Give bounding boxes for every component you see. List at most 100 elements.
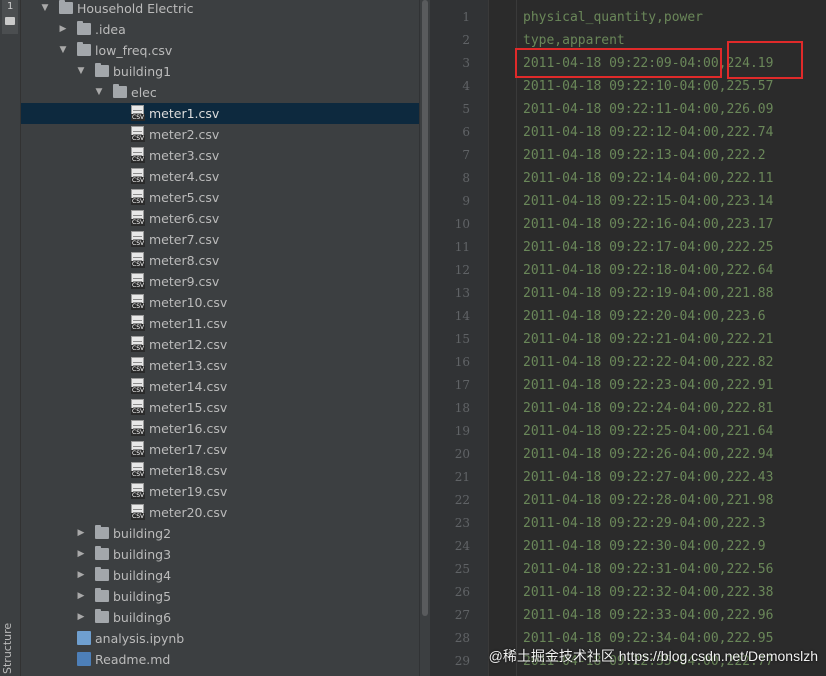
collapsed-arrow-icon[interactable]: ▶ <box>75 586 87 607</box>
tree-item-label: meter19.csv <box>149 484 228 499</box>
code-line[interactable]: 2011-04-18 09:22:17-04:00,222.25 <box>523 236 773 259</box>
code-line[interactable]: 2011-04-18 09:22:27-04:00,222.43 <box>523 466 773 489</box>
tree-item-label: meter5.csv <box>149 190 220 205</box>
collapsed-arrow-icon[interactable]: ▶ <box>57 19 69 40</box>
tree-file-item[interactable]: meter19.csv <box>21 481 419 502</box>
code-line[interactable]: 2011-04-18 09:22:24-04:00,222.81 <box>523 397 773 420</box>
code-line[interactable]: 2011-04-18 09:22:28-04:00,221.98 <box>523 489 773 512</box>
tree-item-label: elec <box>131 85 157 100</box>
structure-tool-tab[interactable]: Structure <box>1 623 14 674</box>
code-line[interactable]: physical_quantity,power <box>523 6 703 29</box>
code-line[interactable]: 2011-04-18 09:22:31-04:00,222.56 <box>523 558 773 581</box>
tree-file-item[interactable]: meter2.csv <box>21 124 419 145</box>
csv-file-icon <box>131 315 146 331</box>
code-line[interactable]: 2011-04-18 09:22:20-04:00,223.6 <box>523 305 766 328</box>
tree-item-label: meter20.csv <box>149 505 228 520</box>
expanded-arrow-icon[interactable]: ▼ <box>39 0 51 19</box>
line-number: 7 <box>462 148 470 162</box>
tree-item-label: meter13.csv <box>149 358 228 373</box>
tree-file-item[interactable]: meter12.csv <box>21 334 419 355</box>
tree-item-label: meter15.csv <box>149 400 228 415</box>
code-line[interactable]: 2011-04-18 09:22:15-04:00,223.14 <box>523 190 773 213</box>
tree-file-item[interactable]: meter6.csv <box>21 208 419 229</box>
line-number: 11 <box>454 240 470 254</box>
tree-folder-item[interactable]: ▶ building6 <box>21 607 419 628</box>
tree-file-item[interactable]: analysis.ipynb <box>21 628 419 649</box>
tree-file-item[interactable]: meter16.csv <box>21 418 419 439</box>
tree-file-item[interactable]: meter7.csv <box>21 229 419 250</box>
tree-item-label: building1 <box>113 64 172 79</box>
collapsed-arrow-icon[interactable]: ▶ <box>75 523 87 544</box>
expanded-arrow-icon[interactable]: ▼ <box>93 82 105 103</box>
csv-file-icon <box>131 357 146 373</box>
line-number: 2 <box>462 33 470 47</box>
code-line[interactable]: 2011-04-18 09:22:11-04:00,226.09 <box>523 98 773 121</box>
tree-file-item[interactable]: meter10.csv <box>21 292 419 313</box>
code-line[interactable]: 2011-04-18 09:22:33-04:00,222.96 <box>523 604 773 627</box>
tree-file-item[interactable]: meter11.csv <box>21 313 419 334</box>
tree-file-item[interactable]: meter8.csv <box>21 250 419 271</box>
code-line[interactable]: 2011-04-18 09:22:29-04:00,222.3 <box>523 512 766 535</box>
tree-file-item[interactable]: meter3.csv <box>21 145 419 166</box>
collapsed-arrow-icon[interactable]: ▶ <box>75 565 87 586</box>
line-number: 20 <box>454 447 470 461</box>
tree-file-item[interactable]: meter18.csv <box>21 460 419 481</box>
code-line[interactable]: 2011-04-18 09:22:13-04:00,222.2 <box>523 144 766 167</box>
indent-guide <box>516 0 517 676</box>
code-line[interactable]: 2011-04-18 09:22:30-04:00,222.9 <box>523 535 766 558</box>
tree-scrollbar[interactable] <box>419 0 430 676</box>
code-line[interactable]: 2011-04-18 09:22:14-04:00,222.11 <box>523 167 773 190</box>
tree-file-item[interactable]: meter20.csv <box>21 502 419 523</box>
line-number: 14 <box>454 309 470 323</box>
notebook-file-icon <box>77 631 91 645</box>
folder-icon <box>95 588 109 602</box>
code-line[interactable]: 2011-04-18 09:22:18-04:00,222.64 <box>523 259 773 282</box>
tree-item-label: meter12.csv <box>149 337 228 352</box>
tree-folder-item[interactable]: ▼ building1 <box>21 61 419 82</box>
collapsed-arrow-icon[interactable]: ▶ <box>75 607 87 628</box>
tree-file-item[interactable]: meter9.csv <box>21 271 419 292</box>
tree-file-item[interactable]: meter13.csv <box>21 355 419 376</box>
tree-folder-item[interactable]: ▼ elec <box>21 82 419 103</box>
tree-folder-item[interactable]: ▼ low_freq.csv <box>21 40 419 61</box>
line-number: 17 <box>454 378 470 392</box>
tree-file-item[interactable]: meter17.csv <box>21 439 419 460</box>
expanded-arrow-icon[interactable]: ▼ <box>75 61 87 82</box>
code-line[interactable]: 2011-04-18 09:22:23-04:00,222.91 <box>523 374 773 397</box>
expanded-arrow-icon[interactable]: ▼ <box>57 40 69 61</box>
code-line[interactable]: 2011-04-18 09:22:16-04:00,223.17 <box>523 213 773 236</box>
line-number-gutter: 1 2 3 4 5 6 7 8 9 10 11 12 13 14 15 16 17 18 19 20 21 22 23 24 2… <box>430 0 489 676</box>
tree-folder-item[interactable]: ▼ Household Electric <box>21 0 419 19</box>
csv-file-icon <box>131 189 146 205</box>
tree-scrollbar-thumb[interactable] <box>422 0 428 616</box>
code-line[interactable]: 2011-04-18 09:22:32-04:00,222.38 <box>523 581 773 604</box>
project-tool-tab[interactable]: 1 <box>2 0 18 34</box>
code-editor[interactable]: physical_quantity,power type,apparent 2011… <box>489 0 826 676</box>
tree-folder-item[interactable]: ▶ .idea <box>21 19 419 40</box>
tree-folder-item[interactable]: ▶ building3 <box>21 544 419 565</box>
code-line[interactable]: 2011-04-18 09:22:22-04:00,222.82 <box>523 351 773 374</box>
tree-file-item[interactable]: meter14.csv <box>21 376 419 397</box>
line-number: 27 <box>454 608 470 622</box>
project-tab-number: 1 <box>7 1 14 12</box>
folder-icon <box>95 546 109 560</box>
tree-item-label: meter2.csv <box>149 127 220 142</box>
tree-folder-item[interactable]: ▶ building4 <box>21 565 419 586</box>
tree-file-item[interactable]: meter4.csv <box>21 166 419 187</box>
code-line[interactable]: 2011-04-18 09:22:26-04:00,222.94 <box>523 443 773 466</box>
code-line[interactable]: 2011-04-18 09:22:25-04:00,221.64 <box>523 420 773 443</box>
tree-file-item[interactable]: Readme.md <box>21 649 419 670</box>
folder-icon <box>5 17 15 25</box>
tree-file-item[interactable]: meter1.csv <box>21 103 419 124</box>
tree-folder-item[interactable]: ▶ building5 <box>21 586 419 607</box>
code-line[interactable]: 2011-04-18 09:22:21-04:00,222.21 <box>523 328 773 351</box>
watermark: @稀土掘金技术社区 https://blog.csdn.net/Demonslz… <box>488 648 818 664</box>
line-number: 29 <box>454 654 470 668</box>
tree-folder-item[interactable]: ▶ building2 <box>21 523 419 544</box>
code-line[interactable]: 2011-04-18 09:22:19-04:00,221.88 <box>523 282 773 305</box>
folder-icon <box>95 63 109 77</box>
collapsed-arrow-icon[interactable]: ▶ <box>75 544 87 565</box>
tree-file-item[interactable]: meter5.csv <box>21 187 419 208</box>
tree-file-item[interactable]: meter15.csv <box>21 397 419 418</box>
code-line[interactable]: 2011-04-18 09:22:12-04:00,222.74 <box>523 121 773 144</box>
